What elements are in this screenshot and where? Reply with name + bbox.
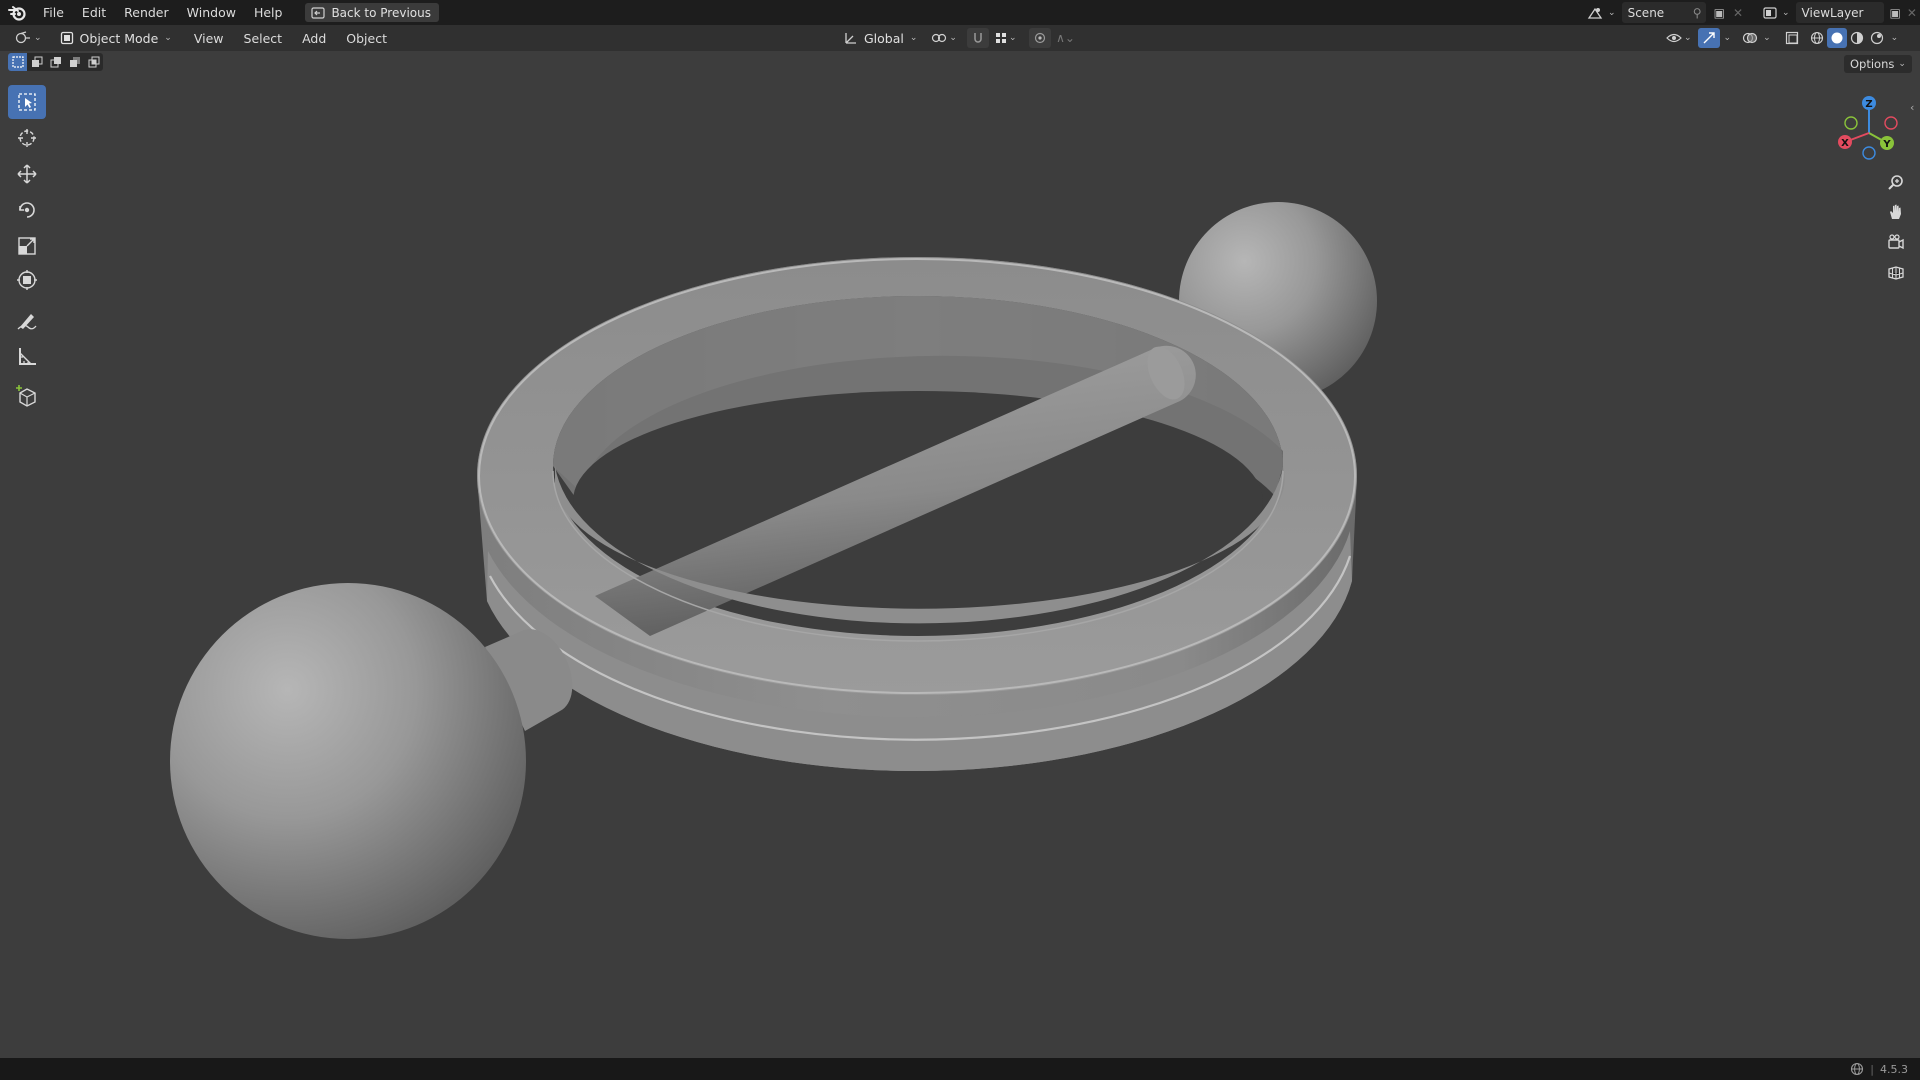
- status-bar: | 4.5.3: [0, 1058, 1920, 1080]
- menu-view[interactable]: View: [184, 31, 234, 46]
- gizmo-x-label: X: [1841, 138, 1849, 149]
- editor-type-button[interactable]: ⌄: [8, 28, 48, 48]
- orientation-icon: [845, 33, 856, 44]
- snap-grid-icon: [995, 33, 1006, 43]
- snap-target-dropdown[interactable]: ⌄: [989, 28, 1023, 48]
- chevron-down-icon: ⌄: [1608, 7, 1616, 18]
- sphere-front[interactable]: [170, 583, 526, 939]
- rendered-shading-icon[interactable]: [1867, 28, 1887, 48]
- pan-hand-icon: [1890, 204, 1901, 219]
- new-view-layer-icon[interactable]: ▣: [1890, 6, 1901, 20]
- camera-view-button[interactable]: [1881, 227, 1911, 257]
- top-menu-bar: File Edit Render Window Help Back to Pre…: [0, 0, 1920, 25]
- camera-icon: [1888, 234, 1904, 250]
- zoom-icon: [1888, 175, 1903, 190]
- navigation-gizmo[interactable]: Z Y X: [1829, 89, 1909, 169]
- chevron-down-icon: ⌄: [1782, 7, 1790, 18]
- view-layer-icon[interactable]: [1760, 6, 1780, 19]
- falloff-icon[interactable]: ∧⌄: [1051, 31, 1081, 45]
- pivot-point-dropdown[interactable]: ⌄: [925, 28, 963, 48]
- scene-icon[interactable]: [1583, 6, 1606, 20]
- back-icon: [311, 6, 326, 19]
- viewport-editor-icon: [15, 31, 30, 44]
- chevron-down-icon: ⌄: [164, 33, 172, 43]
- snap-toggle-icon[interactable]: [966, 28, 989, 48]
- 3d-viewport[interactable]: Options ⌄ Z Y X ‹: [0, 51, 1920, 1058]
- object-mode-dropdown[interactable]: Object Mode ⌄: [54, 28, 178, 48]
- status-divider: |: [1870, 1062, 1874, 1076]
- shading-chevron-icon[interactable]: ⌄: [1891, 33, 1899, 43]
- shading-mode-group: [1807, 28, 1887, 48]
- zoom-button[interactable]: [1881, 167, 1911, 197]
- overlays-chevron-icon[interactable]: ⌄: [1763, 33, 1771, 43]
- solid-shading-icon[interactable]: [1826, 28, 1847, 48]
- mode-label: Object Mode: [79, 30, 159, 46]
- orientation-label: Global: [864, 30, 904, 46]
- viewport-header: ⌄ Object Mode ⌄ View Select Add Object G…: [0, 25, 1920, 51]
- gizmo-z-label: Z: [1865, 99, 1872, 110]
- visibility-dropdown[interactable]: ⌄: [1660, 28, 1698, 48]
- scene-name[interactable]: Scene: [1628, 6, 1665, 20]
- pin-icon[interactable]: ⚲: [1693, 6, 1706, 20]
- eye-icon: [1666, 33, 1682, 43]
- menu-edit[interactable]: Edit: [73, 0, 115, 25]
- gizmo-chevron-icon[interactable]: ⌄: [1724, 33, 1732, 43]
- sidebar-toggle-icon[interactable]: ‹: [1910, 101, 1914, 114]
- gizmo-y-label: Y: [1882, 139, 1891, 150]
- view-layer-selector[interactable]: ⌄ ViewLayer ▣ ✕: [1760, 2, 1920, 23]
- view-layer-name[interactable]: ViewLayer: [1802, 6, 1864, 20]
- delete-scene-icon[interactable]: ✕: [1733, 6, 1743, 20]
- menu-select[interactable]: Select: [234, 31, 293, 46]
- blender-logo-icon[interactable]: [0, 0, 34, 25]
- scene-selector[interactable]: ⌄ Scene ⚲ ▣ ✕: [1583, 2, 1743, 23]
- delete-view-layer-icon[interactable]: ✕: [1907, 6, 1917, 20]
- transform-orientation-dropdown[interactable]: Global ⌄: [838, 28, 923, 48]
- back-to-previous-button[interactable]: Back to Previous: [305, 3, 439, 22]
- menu-file[interactable]: File: [34, 0, 73, 25]
- pan-button[interactable]: [1881, 197, 1911, 227]
- version-label: 4.5.3: [1880, 1062, 1908, 1076]
- xray-toggle-icon[interactable]: [1781, 28, 1803, 48]
- model-render[interactable]: [0, 51, 1920, 1058]
- grid-ortho-icon: [1888, 266, 1904, 280]
- pivot-icon: [932, 33, 947, 43]
- wireframe-shading-icon[interactable]: [1807, 28, 1827, 48]
- new-scene-icon[interactable]: ▣: [1714, 6, 1725, 20]
- back-button-label: Back to Previous: [331, 5, 431, 20]
- menu-window[interactable]: Window: [178, 0, 245, 25]
- network-globe-icon[interactable]: [1850, 1062, 1864, 1076]
- overlays-toggle-icon[interactable]: [1739, 28, 1761, 48]
- menu-add[interactable]: Add: [292, 31, 336, 46]
- gizmo-toggle-icon[interactable]: [1697, 28, 1720, 48]
- menu-object[interactable]: Object: [336, 31, 397, 46]
- menu-help[interactable]: Help: [245, 0, 292, 25]
- material-shading-icon[interactable]: [1847, 28, 1867, 48]
- object-mode-icon: [60, 31, 73, 45]
- ortho-toggle-button[interactable]: [1881, 257, 1911, 287]
- proportional-editing-icon[interactable]: [1028, 28, 1051, 48]
- menu-render[interactable]: Render: [115, 0, 178, 25]
